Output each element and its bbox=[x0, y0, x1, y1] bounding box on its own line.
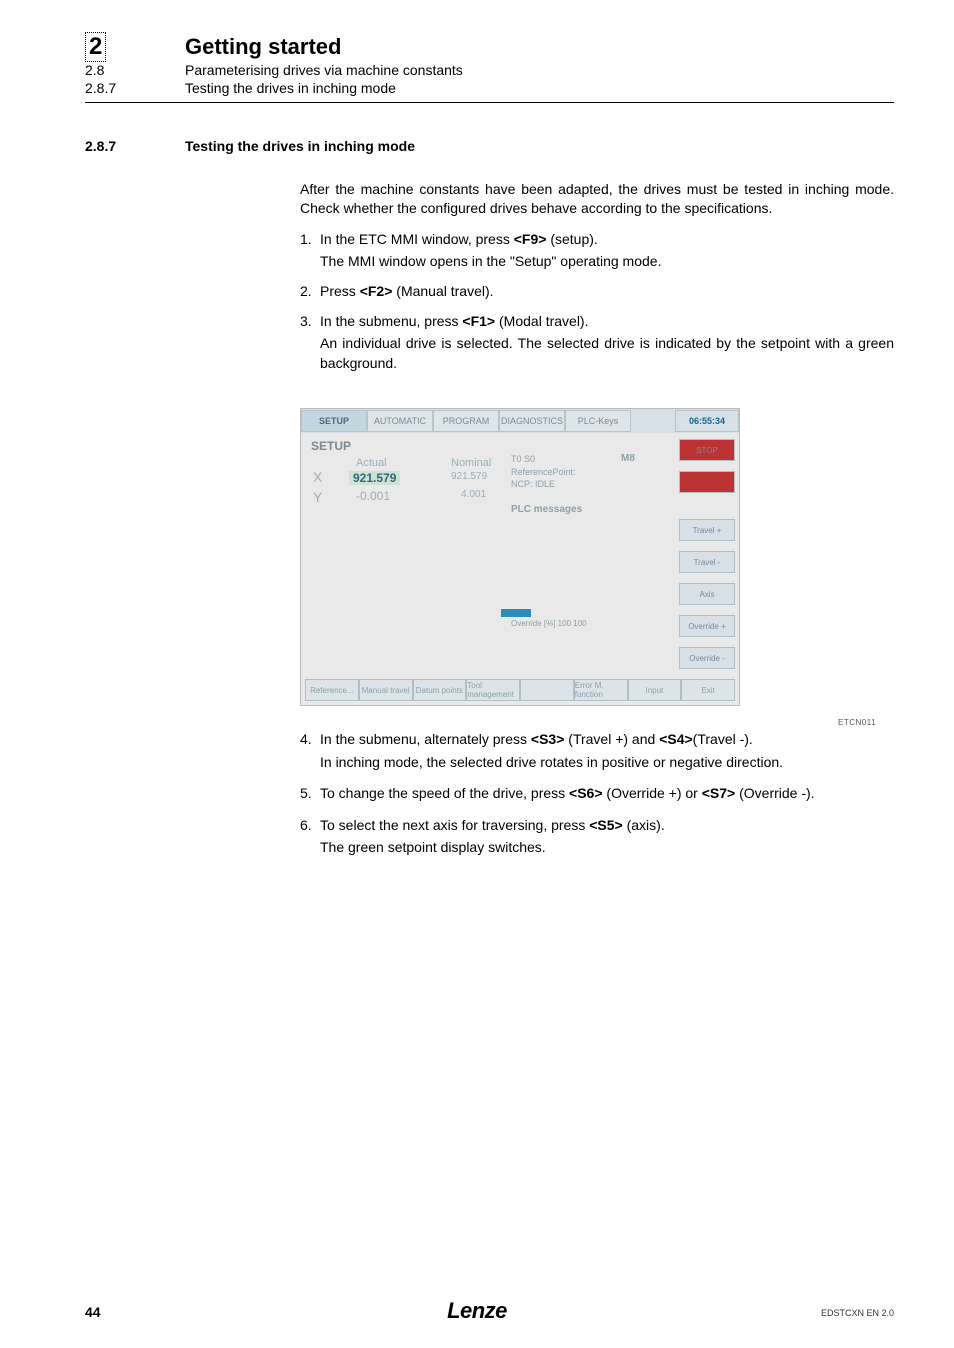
clock: 06:55:34 bbox=[675, 410, 739, 432]
step-2: 2.Press <F2> (Manual travel). bbox=[300, 282, 894, 302]
axis-button: Axis bbox=[679, 583, 735, 605]
y-axis-label: Y bbox=[313, 489, 322, 505]
body-content-bottom: 4.In the submenu, alternately press <S3>… bbox=[300, 730, 894, 870]
subsection-title: Testing the drives in inching mode bbox=[185, 138, 415, 154]
override-row: Override [%] 100 100 bbox=[511, 619, 587, 628]
step-text: To change the speed of the drive, press … bbox=[320, 785, 815, 801]
step-text: In the submenu, press <F1> (Modal travel… bbox=[320, 313, 588, 329]
step-text: To select the next axis for traversing, … bbox=[320, 817, 665, 833]
document-code: EDSTCXN EN 2.0 bbox=[821, 1308, 894, 1318]
intro-paragraph: After the machine constants have been ad… bbox=[300, 180, 894, 218]
nominal-label: Nominal bbox=[451, 457, 491, 469]
lenze-logo: Lenze bbox=[447, 1298, 507, 1324]
bottom-button-row: Reference... Manual travel Datum points … bbox=[305, 679, 735, 701]
x-axis-label: X bbox=[313, 469, 322, 485]
bottom-btn-1: Reference... bbox=[305, 679, 359, 701]
step-num: 5. bbox=[300, 784, 320, 804]
chapter-title: Getting started bbox=[185, 34, 341, 60]
bottom-btn-7: Input bbox=[628, 679, 682, 701]
info-line-3: NCP: IDLE bbox=[511, 478, 576, 491]
travel-plus-button: Travel + bbox=[679, 519, 735, 541]
red-button-2 bbox=[679, 471, 735, 493]
stop-button: STOP bbox=[679, 439, 735, 461]
step-4: 4.In the submenu, alternately press <S3>… bbox=[300, 730, 894, 772]
actual-label: Actual bbox=[356, 457, 387, 469]
tab-setup: SETUP bbox=[301, 410, 367, 432]
step-text: In the submenu, alternately press <S3> (… bbox=[320, 731, 753, 747]
step-text: In the ETC MMI window, press <F9> (setup… bbox=[320, 231, 598, 247]
bottom-btn-6: Error M. function bbox=[574, 679, 628, 701]
tab-diagnostics: DIAGNOSTICS bbox=[499, 410, 565, 432]
mmi-screenshot: SETUP AUTOMATIC PROGRAM DIAGNOSTICS PLC-… bbox=[300, 408, 740, 706]
bottom-btn-5 bbox=[520, 679, 574, 701]
plc-messages-label: PLC messages bbox=[511, 504, 582, 515]
bottom-btn-3: Datum points bbox=[413, 679, 467, 701]
step-5: 5.To change the speed of the drive, pres… bbox=[300, 784, 894, 804]
bottom-btn-4: Tool management bbox=[466, 679, 520, 701]
m8-label: M8 bbox=[621, 453, 635, 464]
section-number-2: 2.8.7 bbox=[85, 80, 116, 96]
body-content-top: After the machine constants have been ad… bbox=[300, 180, 894, 383]
step-3: 3.In the submenu, press <F1> (Modal trav… bbox=[300, 312, 894, 374]
step-detail: An individual drive is selected. The sel… bbox=[320, 334, 894, 373]
step-detail: The MMI window opens in the "Setup" oper… bbox=[320, 252, 894, 272]
step-detail: The green setpoint display switches. bbox=[320, 838, 894, 858]
x-actual-value: 921.579 bbox=[349, 471, 400, 485]
tab-program: PROGRAM bbox=[433, 410, 499, 432]
step-num: 6. bbox=[300, 816, 320, 836]
setup-heading: SETUP bbox=[311, 439, 351, 453]
y-actual-value: -0.001 bbox=[356, 489, 390, 503]
override-plus-button: Override + bbox=[679, 615, 735, 637]
tab-automatic: AUTOMATIC bbox=[367, 410, 433, 432]
step-1: 1.In the ETC MMI window, press <F9> (set… bbox=[300, 230, 894, 272]
step-6: 6.To select the next axis for traversing… bbox=[300, 816, 894, 858]
section-number-1: 2.8 bbox=[85, 62, 104, 78]
progress-bar bbox=[501, 609, 531, 617]
step-num: 1. bbox=[300, 230, 320, 250]
step-num: 4. bbox=[300, 730, 320, 750]
travel-minus-button: Travel - bbox=[679, 551, 735, 573]
section-text-2: Testing the drives in inching mode bbox=[185, 80, 396, 96]
figure-code: ETCN011 bbox=[838, 718, 876, 727]
x-nominal-value: 921.579 bbox=[451, 471, 487, 482]
page-number: 44 bbox=[85, 1304, 101, 1320]
subsection-number: 2.8.7 bbox=[85, 138, 116, 154]
step-detail: In inching mode, the selected drive rota… bbox=[320, 753, 894, 773]
status-info: T0 S0 ReferencePoint: NCP: IDLE bbox=[511, 453, 576, 491]
tab-row: SETUP AUTOMATIC PROGRAM DIAGNOSTICS PLC-… bbox=[301, 409, 739, 433]
info-line-2: ReferencePoint: bbox=[511, 466, 576, 479]
step-text: Press <F2> (Manual travel). bbox=[320, 283, 494, 299]
y-nominal-value: 4.001 bbox=[461, 489, 486, 500]
tab-plc-keys: PLC-Keys bbox=[565, 410, 631, 432]
section-text-1: Parameterising drives via machine consta… bbox=[185, 62, 463, 78]
header-rule bbox=[85, 102, 894, 103]
step-num: 2. bbox=[300, 282, 320, 302]
chapter-number: 2 bbox=[85, 32, 106, 62]
info-line-1: T0 S0 bbox=[511, 453, 576, 466]
bottom-btn-2: Manual travel bbox=[359, 679, 413, 701]
bottom-btn-8: Exit bbox=[681, 679, 735, 701]
override-minus-button: Override - bbox=[679, 647, 735, 669]
step-num: 3. bbox=[300, 312, 320, 332]
right-button-column: STOP Travel + Travel - Axis Override + O… bbox=[679, 439, 735, 669]
